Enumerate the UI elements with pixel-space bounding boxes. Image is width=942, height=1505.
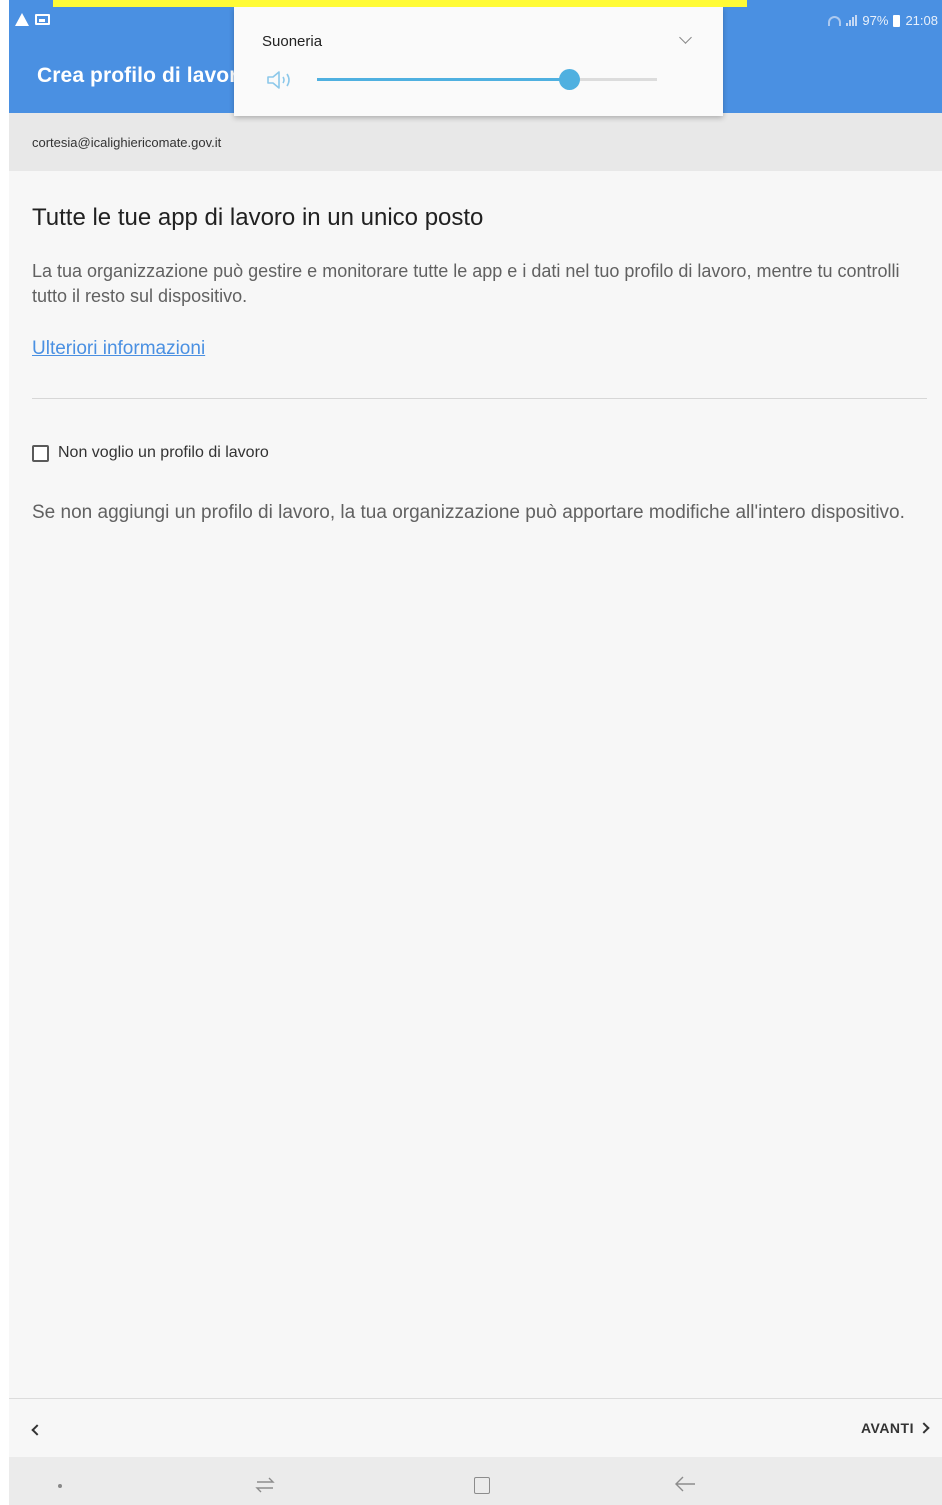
recent-apps-icon[interactable] (253, 1475, 277, 1495)
image-icon (35, 14, 50, 25)
back-button[interactable] (23, 1417, 53, 1443)
account-bar: cortesia@icalighiericomate.gov.it (9, 113, 942, 171)
volume-label: Suoneria (262, 33, 323, 50)
opt-out-note: Se non aggiungi un profilo di lavoro, la… (32, 502, 905, 523)
battery-percent: 97% (862, 13, 889, 28)
next-button[interactable]: AVANTI (860, 1420, 930, 1436)
status-time: 21:08 (905, 13, 938, 28)
home-icon[interactable] (474, 1477, 490, 1494)
chevron-left-icon (31, 1424, 43, 1436)
signal-icon (846, 15, 858, 26)
speaker-icon[interactable] (266, 69, 298, 91)
learn-more-link[interactable]: Ulteriori informazioni (32, 338, 205, 360)
opt-out-checkbox[interactable] (32, 444, 49, 462)
volume-slider[interactable] (317, 69, 657, 90)
highlight-bar (53, 0, 747, 7)
navigation-bar (9, 1457, 942, 1505)
headline: Tutte le tue app di lavoro in un unico p… (32, 204, 484, 231)
footer: AVANTI (9, 1399, 942, 1457)
page-title: Crea profilo di lavoro (37, 64, 251, 87)
next-button-label: AVANTI (860, 1420, 914, 1436)
screen: 97% 21:08 Crea profilo di lavoro Suoneri… (9, 0, 942, 1505)
divider (32, 398, 927, 399)
status-left (15, 13, 50, 26)
dot-icon[interactable] (58, 1484, 62, 1488)
chevron-down-icon[interactable] (679, 31, 692, 44)
opt-out-label[interactable]: Non voglio un profilo di lavoro (58, 444, 269, 462)
volume-panel: Suoneria (234, 7, 723, 116)
account-email: cortesia@icalighiericomate.gov.it (32, 135, 222, 150)
wifi-icon (828, 15, 842, 26)
back-arrow-icon[interactable] (673, 1474, 697, 1494)
volume-slider-fill (317, 78, 569, 81)
description: La tua organizzazione può gestire e moni… (32, 261, 900, 306)
warning-icon (15, 13, 29, 26)
chevron-right-icon (918, 1422, 930, 1434)
battery-icon (893, 14, 901, 27)
volume-slider-thumb[interactable] (558, 69, 580, 90)
opt-out-row[interactable]: Non voglio un profilo di lavoro (32, 444, 269, 462)
status-right: 97% 21:08 (828, 13, 938, 28)
